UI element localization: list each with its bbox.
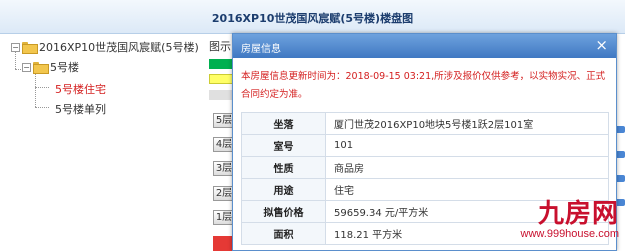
page-header: 2016XP10世茂国风宸赋(5号楼)楼盘图 xyxy=(0,0,625,34)
tree-item-label[interactable]: 5号楼住宅 xyxy=(55,81,106,97)
table-row: 坐落 厦门世茂2016XP10地块5号楼1跃2层101室 xyxy=(241,112,609,135)
collapse-icon[interactable]: − xyxy=(11,42,20,52)
legend-label: 图示 xyxy=(209,40,231,53)
page-title: 2016XP10世茂国风宸赋(5号楼)楼盘图 xyxy=(211,12,414,25)
watermark-url: www.999house.com xyxy=(520,228,619,240)
folder-open-icon xyxy=(22,42,38,54)
collapse-icon[interactable]: − xyxy=(22,62,31,72)
dialog-titlebar[interactable]: 房屋信息 × xyxy=(233,34,616,58)
field-value: 住宅 xyxy=(325,178,609,201)
folder-open-icon xyxy=(33,62,49,74)
field-value: 101 xyxy=(325,134,609,157)
field-label: 面积 xyxy=(241,222,326,245)
tree-connector xyxy=(35,107,49,108)
update-notice: 本房屋信息更新时间为：2018-09-15 03:21,所涉及报价仅供参考，以实… xyxy=(241,71,606,100)
tree-connector xyxy=(35,87,49,88)
tree-item-residential[interactable]: 5号楼住宅 xyxy=(55,81,106,97)
field-label: 性质 xyxy=(241,156,326,179)
table-row: 室号 101 xyxy=(241,134,609,157)
dialog-title: 房屋信息 xyxy=(241,44,281,55)
field-label: 坐落 xyxy=(241,112,326,135)
tree-node-building-label[interactable]: 5号楼 xyxy=(50,59,79,75)
field-label: 拟售价格 xyxy=(241,200,326,223)
field-value: 厦门世茂2016XP10地块5号楼1跃2层101室 xyxy=(325,112,609,135)
tree-item-single[interactable]: 5号楼单列 xyxy=(55,101,106,117)
field-label: 室号 xyxy=(241,134,326,157)
field-value: 商品房 xyxy=(325,156,609,179)
tree-node-root[interactable]: − 2016XP10世茂国风宸赋(5号楼) xyxy=(11,39,199,55)
site-watermark: 九房网 www.999house.com xyxy=(521,200,619,240)
tree-node-building[interactable]: − 5号楼 xyxy=(22,59,79,75)
field-label: 用途 xyxy=(241,178,326,201)
building-tree: − 2016XP10世茂国风宸赋(5号楼) − 5号楼 5号楼住宅 5号楼单列 xyxy=(0,34,205,251)
tree-node-root-label[interactable]: 2016XP10世茂国风宸赋(5号楼) xyxy=(39,39,199,55)
table-row: 用途 住宅 xyxy=(241,178,609,201)
table-row: 性质 商品房 xyxy=(241,156,609,179)
watermark-logo: 九房网 xyxy=(537,199,619,229)
tree-item-label[interactable]: 5号楼单列 xyxy=(55,101,106,117)
close-icon[interactable]: × xyxy=(595,37,608,53)
